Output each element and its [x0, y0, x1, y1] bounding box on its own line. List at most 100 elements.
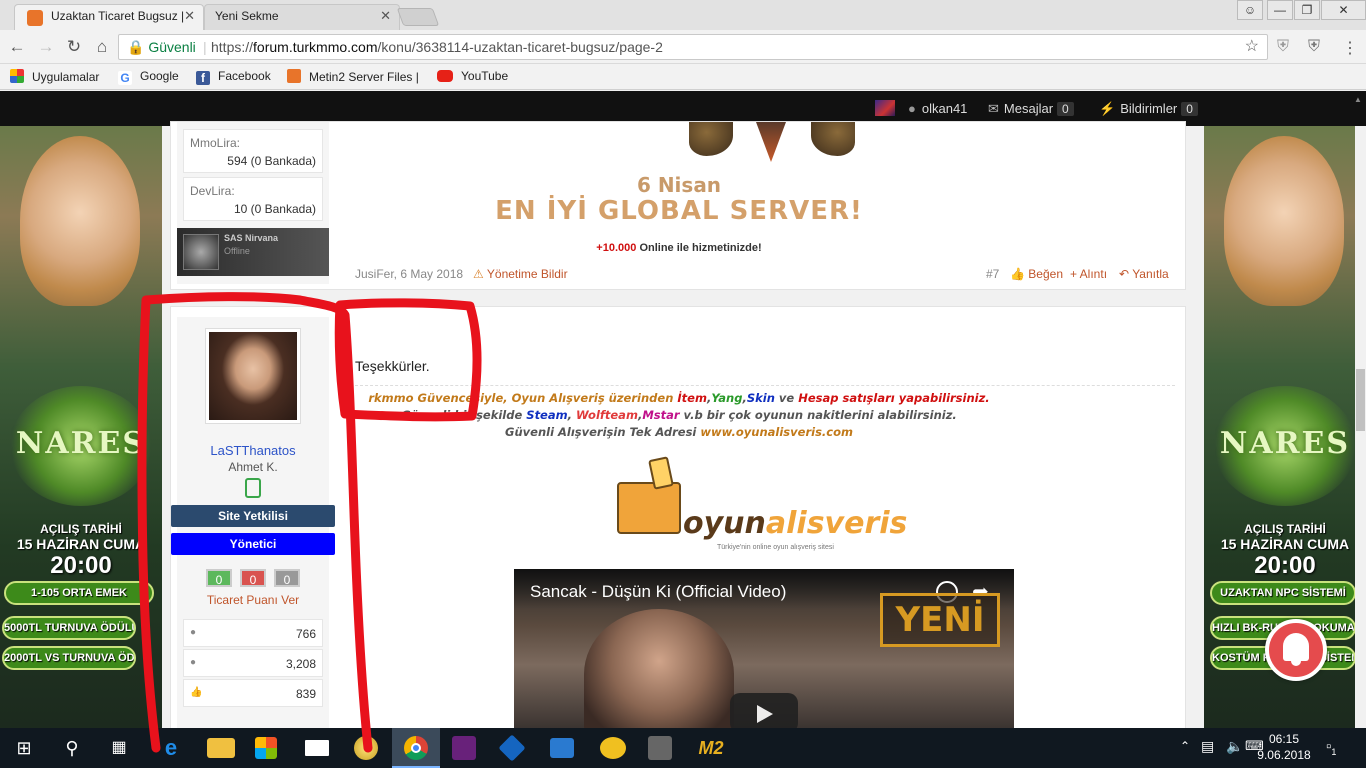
video-badge: YENİ: [880, 593, 1000, 647]
report-label: Yönetime Bildir: [486, 267, 568, 281]
oyunalisveris-logo[interactable]: oyunalisveris Türkiye'nin online oyun al…: [607, 452, 927, 552]
bookmark-google[interactable]: G Google: [118, 69, 179, 85]
messages-link[interactable]: ✉ Mesajlar 0: [988, 101, 1074, 117]
ad-open-date: 15 HAZİRAN CUMA: [1220, 536, 1350, 552]
secure-indicator[interactable]: 🔒 Güvenli: [127, 35, 196, 59]
avatar[interactable]: [875, 100, 895, 116]
home-icon[interactable]: ⌂: [92, 37, 112, 57]
user-menu[interactable]: ● olkan41: [908, 101, 967, 116]
visual-studio-icon[interactable]: [452, 736, 476, 760]
sig-text: rkmmo Güvencesiyle, Oyun Alışveriş üzeri…: [368, 391, 678, 405]
tray-chevron-icon[interactable]: ⌃: [1180, 739, 1190, 753]
thumbs-up-icon: 👍: [1010, 267, 1025, 281]
scrollbar-thumb[interactable]: [1356, 369, 1365, 431]
ad-open-time: 20:00: [1254, 552, 1316, 579]
forward-arrow-icon[interactable]: →: [36, 37, 56, 57]
sig-text: Güvenli bir şekilde: [401, 408, 527, 422]
bookmark-facebook[interactable]: f Facebook: [196, 69, 271, 85]
virtualbox-icon[interactable]: [498, 734, 526, 762]
post-username[interactable]: LaSTThanatos: [177, 443, 329, 458]
close-icon[interactable]: ✕: [184, 8, 195, 24]
tool-app-icon[interactable]: [648, 736, 672, 760]
post-7: MmoLira: 594 (0 Bankada) DevLira: 10 (0 …: [170, 121, 1186, 290]
report-link[interactable]: ⚠ Yönetime Bildir: [473, 267, 568, 281]
negative-score[interactable]: 0: [240, 569, 266, 587]
reload-icon[interactable]: ↻: [64, 37, 84, 57]
bookmark-youtube[interactable]: YouTube: [437, 69, 508, 83]
push-notification-button[interactable]: [1265, 619, 1327, 681]
store-icon[interactable]: [255, 737, 277, 759]
new-tab-button[interactable]: [396, 8, 440, 26]
profile-icon[interactable]: ☺: [1237, 0, 1263, 20]
network-icon[interactable]: ▤: [1201, 738, 1214, 755]
minimize-button[interactable]: —: [1267, 0, 1293, 20]
sig-yang: Yang: [711, 391, 743, 405]
stat-value: 766: [295, 627, 316, 641]
search-icon[interactable]: ⚲: [58, 734, 86, 762]
video-title[interactable]: Sancak - Düşün Ki (Official Video): [530, 582, 786, 602]
play-button[interactable]: [730, 693, 798, 728]
chrome-taskbar-active[interactable]: [392, 728, 440, 768]
clock-date[interactable]: 9.06.2018: [1254, 748, 1314, 762]
tab-yeni-sekme[interactable]: Yeni Sekme ✕: [204, 4, 400, 30]
action-center-icon[interactable]: ▫1: [1326, 738, 1336, 757]
network-tool-icon[interactable]: [550, 738, 574, 758]
adblock-extension-icon[interactable]: ⛨: [1308, 38, 1326, 56]
back-arrow-icon[interactable]: ←: [7, 37, 27, 57]
app-icon[interactable]: [354, 736, 378, 760]
file-explorer-icon[interactable]: [207, 738, 235, 758]
logo-tagline: Türkiye'nin online oyun alışveriş sitesi: [717, 544, 834, 551]
sig-url[interactable]: www.oyunalisveris.com: [700, 425, 853, 439]
bookmark-star-icon[interactable]: ☆: [1245, 35, 1259, 59]
page-scrollbar[interactable]: [1355, 126, 1366, 728]
bee-app-icon[interactable]: [600, 737, 626, 759]
alerts-link[interactable]: ⚡ Bildirimler 0: [1099, 101, 1198, 117]
left-side-ad[interactable]: NARES AÇILIŞ TARİHİ 15 HAZİRAN CUMA 20:0…: [0, 126, 162, 728]
speech-bubble-icon: ●: [190, 627, 197, 638]
reply-link[interactable]: ↶ Yanıtla: [1119, 267, 1169, 281]
signature-line-2: Güvenli bir şekilde Steam, Wolfteam,Msta…: [401, 408, 957, 422]
metin2-icon[interactable]: M2: [697, 734, 725, 762]
close-icon[interactable]: ✕: [380, 8, 391, 24]
sig-text: Hesap satışları yapabilirsiniz.: [798, 391, 990, 405]
positive-score[interactable]: 0: [206, 569, 232, 587]
window-close-button[interactable]: ✕: [1321, 0, 1366, 20]
stat-messages: ● 766: [183, 619, 323, 647]
bookmark-label: Uygulamalar: [32, 70, 100, 84]
restore-button[interactable]: ❐: [1294, 0, 1320, 20]
post-number[interactable]: #7: [986, 267, 999, 281]
facebook-icon: f: [196, 71, 210, 85]
tab-uzaktan-ticaret[interactable]: Uzaktan Ticaret Bugsuz | ✕: [14, 4, 204, 30]
neutral-score[interactable]: 0: [274, 569, 300, 587]
mail-icon[interactable]: [305, 740, 329, 756]
sig-wolfteam: Wolfteam: [575, 408, 638, 422]
ad-logo: NARES: [15, 426, 147, 461]
user-panel: LaSTThanatos Ahmet K. Site Yetkilisi Yön…: [171, 317, 335, 728]
ad-character-image: [1224, 136, 1344, 306]
address-bar[interactable]: 🔒 Güvenli | https://forum.turkmmo.com/ko…: [118, 34, 1268, 60]
bookmark-metin2[interactable]: Metin2 Server Files |: [287, 69, 419, 84]
menu-icon[interactable]: ⋮: [1342, 38, 1360, 57]
stat-mmolira: MmoLira: 594 (0 Bankada): [183, 129, 323, 173]
shield-extension-icon[interactable]: ⛨: [1277, 38, 1295, 56]
clock-time[interactable]: 06:15: [1264, 732, 1304, 746]
signature-line-1: rkmmo Güvencesiyle, Oyun Alışveriş üzeri…: [368, 391, 990, 405]
bell-icon: [1283, 633, 1309, 661]
scroll-up-icon[interactable]: ▲: [1354, 95, 1362, 104]
like-link[interactable]: 👍 Beğen: [1010, 267, 1063, 281]
windows-start-icon[interactable]: ⊞: [10, 734, 38, 762]
quote-link[interactable]: + Alıntı: [1070, 267, 1107, 281]
alerts-label: Bildirimler: [1120, 101, 1178, 116]
ad-open-time: 20:00: [50, 552, 112, 579]
post-author-date[interactable]: JusiFer, 6 May 2018: [355, 267, 463, 281]
edge-icon[interactable]: e: [157, 734, 185, 762]
bookmark-apps[interactable]: Uygulamalar: [10, 69, 99, 84]
logo-oyun: oyun: [683, 506, 766, 541]
task-view-icon[interactable]: ▦: [105, 734, 133, 762]
stat-label: MmoLira:: [190, 136, 241, 150]
youtube-embed[interactable]: Sancak - Düşün Ki (Official Video) ➦ YEN…: [514, 569, 1014, 728]
rate-trade-link[interactable]: Ticaret Puanı Ver: [177, 593, 329, 607]
volume-icon[interactable]: 🔈: [1226, 738, 1243, 755]
username: olkan41: [921, 101, 968, 116]
url-scheme: https://: [211, 39, 254, 55]
